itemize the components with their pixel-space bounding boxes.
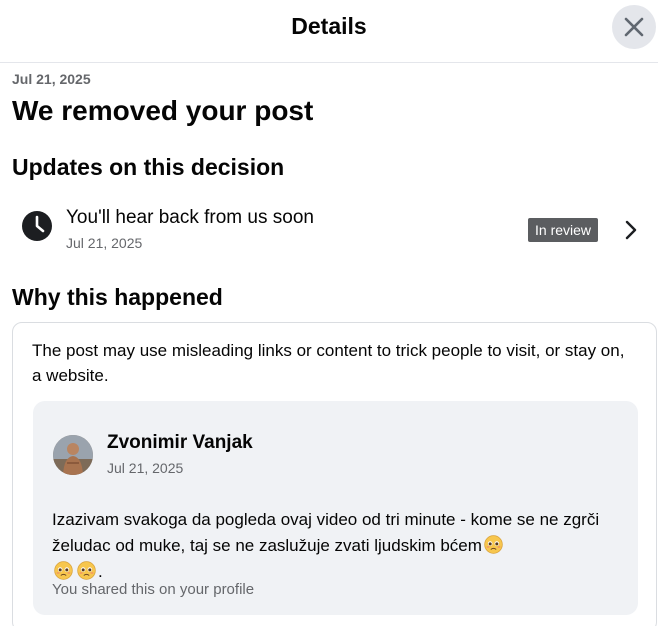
- update-title: You'll hear back from us soon: [66, 207, 314, 228]
- clock-icon: [22, 211, 52, 241]
- notice-date: Jul 21, 2025: [12, 71, 91, 87]
- close-icon: [624, 17, 644, 37]
- post-date: Jul 21, 2025: [107, 460, 184, 476]
- dialog-title: Details: [291, 13, 367, 39]
- status-badge: In review: [528, 218, 599, 242]
- reason-text: The post may use misleading links or con…: [32, 341, 625, 385]
- pleading-face-emoji-icon: [77, 561, 96, 580]
- post-text: Izazivam svakoga da pogleda ovaj video o…: [52, 507, 622, 585]
- post-footer: You shared this on your profile: [52, 581, 255, 598]
- pleading-face-emoji-icon: [484, 535, 503, 554]
- updates-heading: Updates on this decision: [12, 154, 285, 180]
- notice-heading: We removed your post: [12, 95, 314, 126]
- dialog-header: Details: [0, 0, 658, 63]
- update-item[interactable]: You'll hear back from us soon Jul 21, 20…: [12, 198, 658, 262]
- pleading-face-emoji-icon: [54, 561, 73, 580]
- chevron-right-icon[interactable]: [624, 219, 638, 241]
- avatar: [53, 435, 93, 475]
- reason-card: The post may use misleading links or con…: [12, 322, 657, 626]
- post-trailing-punctuation: .: [98, 562, 103, 581]
- post-author: Zvonimir Vanjak: [107, 432, 253, 453]
- update-date: Jul 21, 2025: [66, 235, 143, 251]
- removed-post-preview: Zvonimir Vanjak Jul 21, 2025 Izazivam sv…: [33, 401, 638, 615]
- details-dialog: Details Jul 21, 2025 We removed your pos…: [0, 0, 658, 626]
- close-button[interactable]: [612, 5, 656, 49]
- why-heading: Why this happened: [12, 284, 223, 310]
- post-body: Izazivam svakoga da pogleda ovaj video o…: [52, 510, 600, 555]
